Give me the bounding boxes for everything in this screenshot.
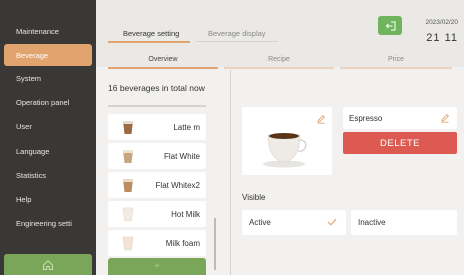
beverage-item-flat-white[interactable]: Flat White (108, 143, 206, 169)
active-tab-indicator (108, 41, 190, 43)
visible-active-option[interactable]: Active (242, 210, 346, 235)
home-button[interactable] (4, 254, 92, 275)
sidebar-item-user[interactable]: User (4, 115, 92, 137)
sidebar: Maintenance Beverage System Operation pa… (0, 0, 96, 275)
delete-button[interactable]: DELETE (343, 132, 457, 154)
beverage-image (242, 107, 332, 175)
list-scrollbar[interactable] (214, 218, 216, 270)
visible-label: Visible (242, 193, 266, 202)
flat-white-cup-icon (123, 179, 133, 192)
beverage-item-flat-whitex2[interactable]: Flat Whitex2 (108, 172, 206, 198)
sidebar-item-beverage[interactable]: Beverage (4, 44, 92, 66)
sidebar-item-help[interactable]: Help (4, 188, 92, 210)
list-separator (108, 105, 206, 107)
subtab-price[interactable]: Price (340, 56, 452, 63)
subtab-overview-indicator (108, 67, 218, 69)
tab-divider (196, 41, 278, 42)
beverage-name-value: Espresso (349, 113, 383, 123)
tab-beverage-display[interactable]: Beverage display (208, 29, 266, 38)
beverage-name: Hot Milk (171, 209, 200, 219)
beverage-name: Milk foam (165, 238, 200, 248)
flat-white-cup-icon (123, 150, 133, 163)
sidebar-item-system[interactable]: System (4, 67, 92, 89)
latte-cup-icon (123, 121, 133, 134)
inactive-option-label: Inactive (358, 218, 386, 227)
visible-inactive-option[interactable]: Inactive (351, 210, 457, 235)
main-panel: Beverage setting Beverage display 2023/0… (96, 0, 464, 275)
subtab-overview[interactable]: Overview (108, 56, 218, 63)
check-icon (327, 218, 337, 226)
panel-divider (230, 70, 231, 275)
beverage-item-milk-foam[interactable]: Milk foam (108, 230, 206, 256)
time-display: 21 11 (426, 32, 458, 44)
edit-name-icon[interactable] (440, 113, 450, 123)
date-display: 2023/02/20 (425, 19, 458, 26)
sidebar-item-language[interactable]: Language (4, 140, 92, 162)
subtab-recipe[interactable]: Recipe (224, 56, 334, 63)
sidebar-item-maintenance[interactable]: Maintenance (4, 20, 92, 42)
exit-icon (385, 21, 395, 30)
espresso-cup-icon (263, 133, 307, 168)
tab-beverage-setting[interactable]: Beverage setting (123, 29, 179, 38)
active-option-label: Active (249, 218, 271, 227)
beverage-count: 16 beverages in total now (108, 83, 205, 93)
subtab-price-indicator (340, 67, 452, 69)
sidebar-item-engineering-settings[interactable]: Engineering setti (4, 212, 92, 234)
hot-milk-cup-icon (122, 207, 134, 222)
beverage-name: Latte m (173, 122, 200, 132)
home-icon (43, 259, 53, 270)
edit-image-icon[interactable] (316, 114, 326, 124)
sidebar-item-operation-panel[interactable]: Operation panel (4, 91, 92, 113)
beverage-item-latte[interactable]: Latte m (108, 114, 206, 140)
add-beverage-button[interactable]: + (108, 258, 206, 275)
sidebar-item-statistics[interactable]: Statistics (4, 164, 92, 186)
beverage-name-field[interactable]: Espresso (343, 107, 457, 129)
beverage-item-hot-milk[interactable]: Hot Milk (108, 201, 206, 227)
beverage-name: Flat Whitex2 (155, 180, 200, 190)
milk-foam-cup-icon (122, 236, 134, 251)
subtab-recipe-indicator (224, 67, 334, 69)
beverage-name: Flat White (163, 151, 200, 161)
exit-button[interactable] (378, 16, 402, 35)
